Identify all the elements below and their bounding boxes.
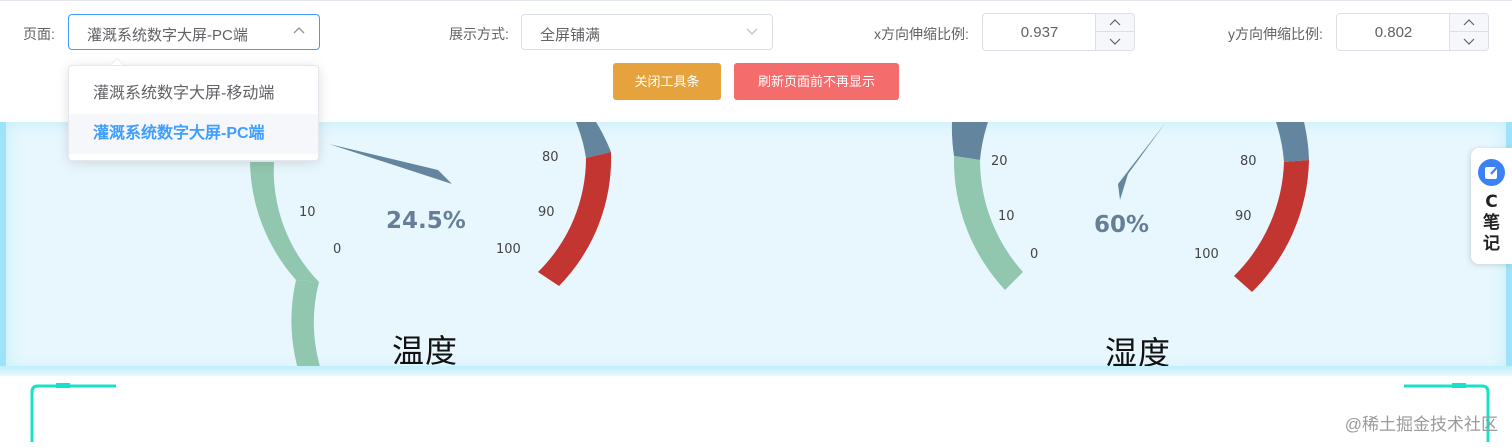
page-label: 页面:	[23, 26, 55, 42]
humidity-gauge-high-band	[1234, 160, 1309, 292]
temperature-value: 24.5%	[386, 208, 466, 234]
side-widget-ji: 记	[1483, 234, 1500, 254]
y-scale-input[interactable]: 0.802	[1336, 13, 1489, 51]
humidity-gauge-pointer	[1118, 122, 1166, 200]
corner-frame-left	[30, 383, 116, 442]
close-toolbar-button[interactable]: 关闭工具条	[613, 63, 721, 100]
hum-tick-80: 80	[1240, 154, 1257, 169]
dropdown-option-pc[interactable]: 灌溉系统数字大屏-PC端	[69, 114, 318, 154]
hide-until-refresh-button[interactable]: 刷新页面前不再显示	[734, 63, 899, 100]
page-dropdown-menu: 灌溉系统数字大屏-移动端 灌溉系统数字大屏-PC端	[68, 65, 319, 161]
humidity-gauge	[951, 122, 1309, 292]
page-select[interactable]: 灌溉系统数字大屏-PC端	[68, 14, 320, 50]
side-widget-label: C 笔 记	[1471, 192, 1512, 255]
panel-bottom-glow	[0, 366, 1512, 376]
x-scale-input[interactable]: 0.937	[982, 13, 1135, 51]
x-scale-value: 0.937	[1020, 24, 1059, 41]
y-scale-stepper	[1449, 14, 1488, 50]
display-label: 展示方式:	[449, 26, 509, 42]
chevron-down-icon	[1109, 38, 1121, 45]
x-scale-increase-button[interactable]	[1096, 14, 1134, 32]
chevron-up-icon	[1109, 19, 1121, 26]
hum-tick-90: 90	[1235, 209, 1252, 224]
y-scale-decrease-button[interactable]	[1450, 32, 1488, 50]
hum-tick-0: 0	[1030, 247, 1039, 262]
page-select-value: 灌溉系统数字大屏-PC端	[87, 27, 248, 44]
temp-tick-80: 80	[542, 150, 559, 165]
temperature-gauge-pointer	[329, 144, 452, 184]
x-scale-decrease-button[interactable]	[1096, 32, 1134, 50]
hum-tick-20: 20	[991, 154, 1008, 169]
x-scale-stepper	[1095, 14, 1134, 50]
temp-tick-10: 10	[299, 205, 316, 220]
temperature-gauge-mid-band	[571, 122, 611, 158]
chevron-down-icon	[1463, 38, 1475, 45]
display-select-value: 全屏铺满	[540, 27, 601, 44]
temp-tick-0: 0	[333, 242, 342, 257]
humidity-gauge-mid-right-band	[1276, 122, 1309, 162]
temp-tick-100: 100	[496, 242, 521, 257]
watermark: @稀土掘金技术社区	[1344, 415, 1498, 434]
hum-tick-10: 10	[998, 209, 1015, 224]
chevron-up-icon	[1463, 19, 1475, 26]
dropdown-caret	[110, 58, 124, 65]
x-scale-label: x方向伸缩比例:	[874, 26, 969, 42]
chevron-up-icon	[293, 27, 305, 34]
hum-tick-100: 100	[1194, 247, 1219, 262]
temp-tick-90: 90	[538, 205, 555, 220]
side-notes-widget[interactable]: C 笔 记	[1471, 148, 1512, 264]
display-select[interactable]: 全屏铺满	[521, 14, 773, 50]
note-icon	[1478, 159, 1505, 186]
chevron-down-icon	[746, 28, 758, 35]
temperature-gauge-lowtop-band	[250, 162, 319, 282]
temperature-gauge-low-band	[291, 280, 322, 372]
y-scale-label: y方向伸缩比例:	[1228, 26, 1323, 42]
side-widget-c: C	[1485, 192, 1498, 212]
humidity-gauge-mid-left-band	[951, 122, 988, 160]
humidity-value: 60%	[1094, 212, 1150, 238]
y-scale-value: 0.802	[1374, 24, 1413, 41]
dropdown-option-mobile[interactable]: 灌溉系统数字大屏-移动端	[69, 74, 318, 114]
side-widget-bi: 笔	[1483, 213, 1500, 233]
y-scale-increase-button[interactable]	[1450, 14, 1488, 32]
